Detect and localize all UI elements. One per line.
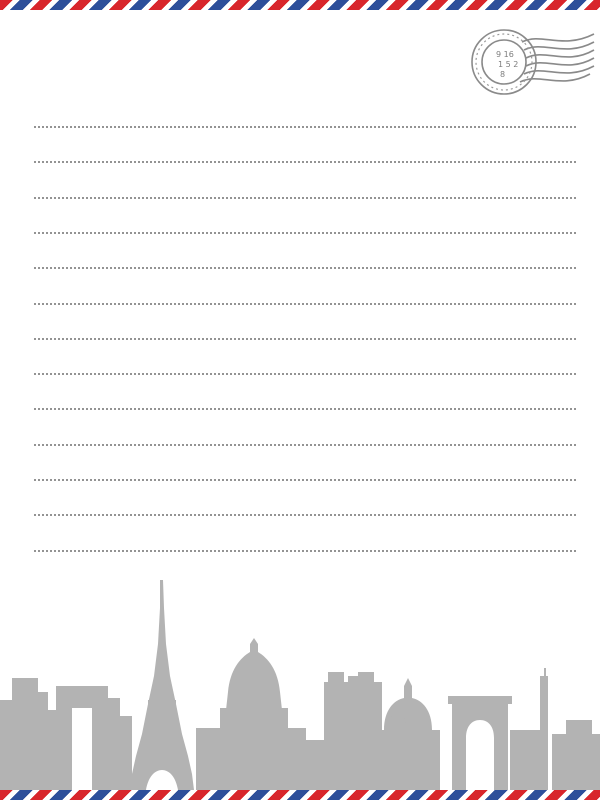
writing-lines [34,126,576,566]
letter-paper: 9 16 1 5 2 8 [0,0,600,800]
writing-line [34,443,576,446]
airmail-border-top [0,0,600,10]
paris-skyline-illustration [0,580,600,790]
writing-line [34,231,576,234]
svg-text:1 5 2: 1 5 2 [498,60,518,69]
writing-line [34,161,576,164]
writing-line [34,408,576,411]
writing-line [34,337,576,340]
svg-text:8: 8 [500,70,505,79]
writing-line [34,479,576,481]
writing-line [34,373,576,376]
postmark-stamp-icon: 9 16 1 5 2 8 [471,29,595,95]
airmail-border-bottom [0,790,600,800]
writing-line [34,126,576,128]
writing-line [34,267,576,270]
eiffel-tower-icon [130,580,194,790]
writing-line [34,514,576,517]
writing-line [34,549,576,552]
svg-text:9 16: 9 16 [496,50,514,59]
writing-line [34,302,576,305]
writing-line [34,196,576,199]
